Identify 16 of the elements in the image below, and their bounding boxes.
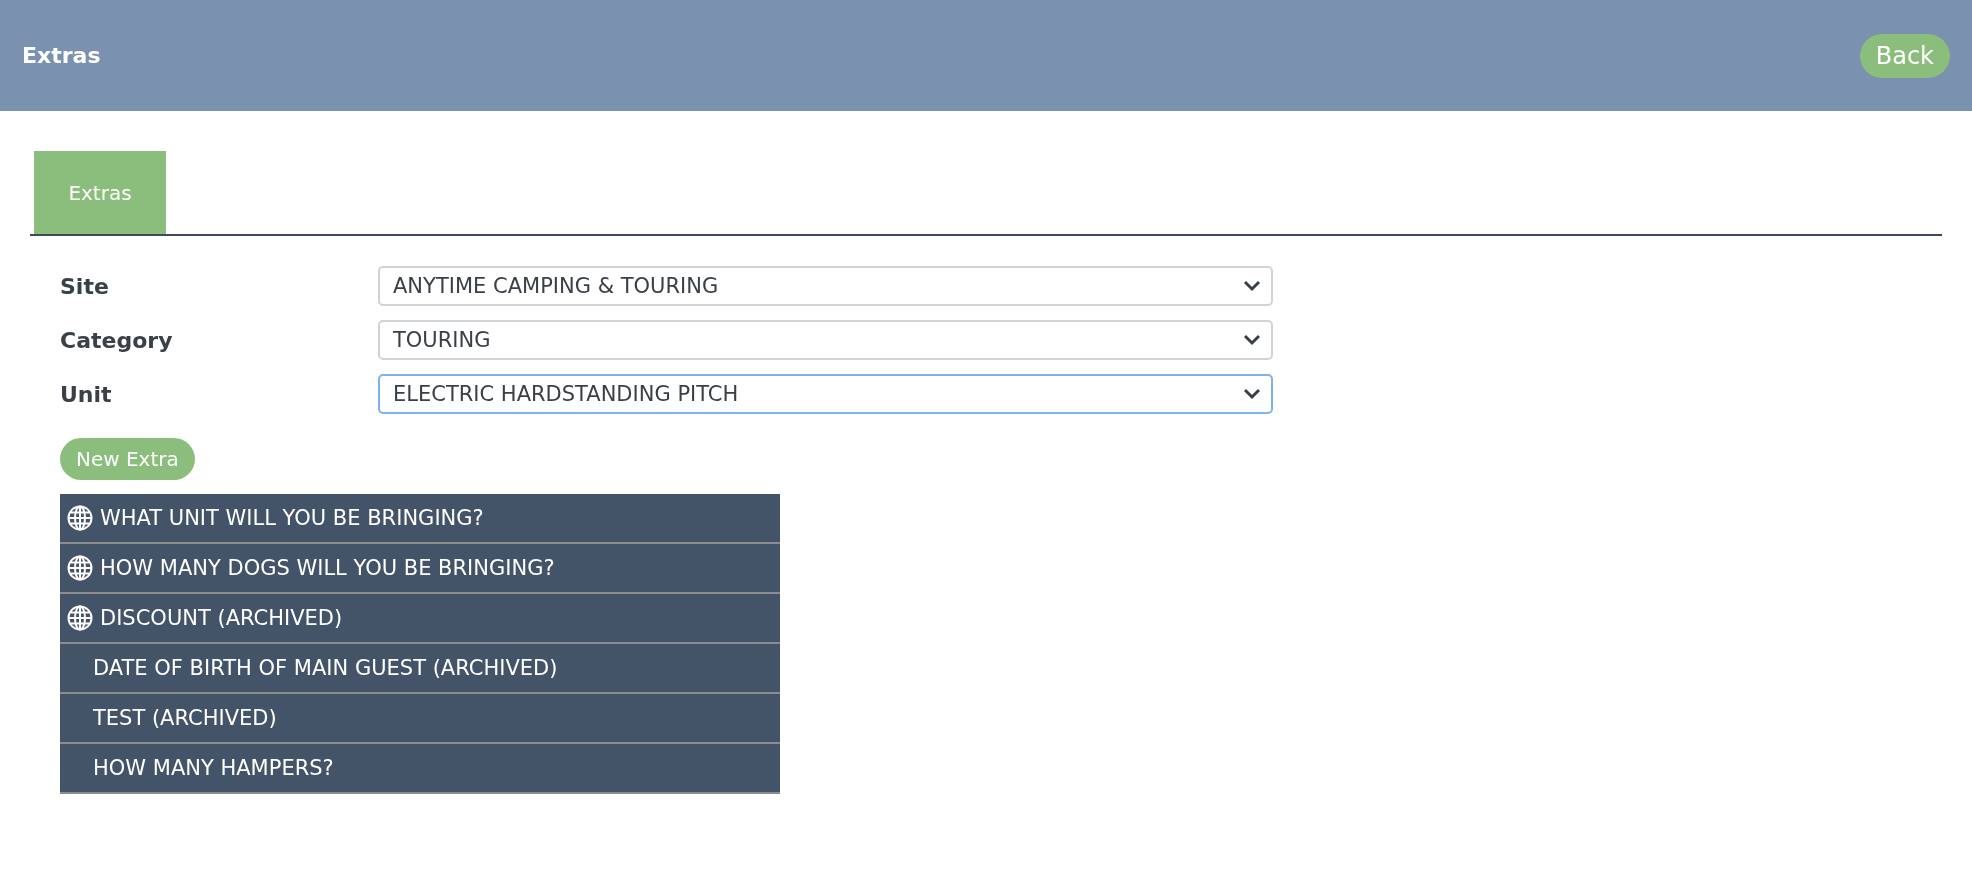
extra-list-item[interactable]: HOW MANY DOGS WILL YOU BE BRINGING? bbox=[60, 544, 780, 594]
page-title: Extras bbox=[22, 43, 101, 68]
dropdown[interactable]: ELECTRIC HARDSTANDING PITCH bbox=[378, 374, 1273, 414]
chevron-down-icon bbox=[1243, 388, 1261, 400]
dropdown[interactable]: ANYTIME CAMPING & TOURING bbox=[378, 266, 1273, 306]
extra-list-item[interactable]: DATE OF BIRTH OF MAIN GUEST (ARCHIVED) bbox=[60, 644, 780, 694]
chevron-down-icon bbox=[1243, 334, 1261, 346]
extra-list-item[interactable]: HOW MANY HAMPERS? bbox=[60, 744, 780, 794]
field-label: Unit bbox=[60, 381, 113, 407]
field-label: Category bbox=[60, 327, 174, 353]
extra-list-item[interactable]: TEST (ARCHIVED) bbox=[60, 694, 780, 744]
field-label: Site bbox=[60, 273, 110, 299]
chevron-down-icon bbox=[1243, 280, 1261, 292]
extra-list-item[interactable]: WHAT UNIT WILL YOU BE BRINGING? bbox=[60, 494, 780, 544]
extra-list-item[interactable]: DISCOUNT (ARCHIVED) bbox=[60, 594, 780, 644]
dropdown[interactable]: TOURING bbox=[378, 320, 1273, 360]
